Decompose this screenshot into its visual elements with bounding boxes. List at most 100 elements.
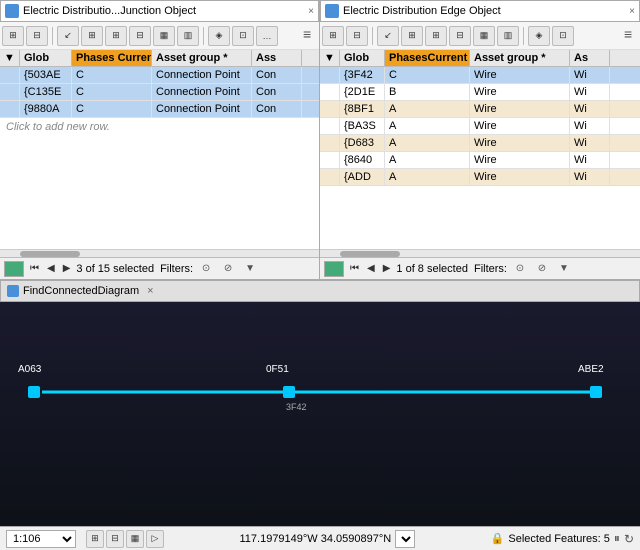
right-row-1-phase: C: [385, 67, 470, 83]
right-panel-close[interactable]: ×: [629, 6, 635, 17]
right-row-7[interactable]: {ADD A Wire Wi: [320, 169, 640, 186]
right-tb-btn-4[interactable]: ⊞: [401, 26, 423, 46]
right-row-1[interactable]: {3F42 C Wire Wi: [320, 67, 640, 84]
right-panel-title: Electric Distribution Edge Object: [343, 5, 501, 17]
left-nav-prev[interactable]: ◀: [45, 263, 57, 274]
right-grid-header: ▼ Glob PhasesCurrent Asset group * As: [320, 50, 640, 67]
right-tb-btn-6[interactable]: ⊟: [449, 26, 471, 46]
right-tb-sep-1: [372, 27, 373, 45]
left-panel-close[interactable]: ×: [308, 6, 314, 17]
right-row-6-phase: A: [385, 152, 470, 168]
tb-btn-5[interactable]: ⊞: [105, 26, 127, 46]
right-grid-container: ▼ Glob PhasesCurrent Asset group * As {3…: [320, 50, 640, 249]
tb-btn-9[interactable]: ◈: [208, 26, 230, 46]
right-filter-btn-2[interactable]: ⊘: [533, 261, 551, 277]
left-row-3[interactable]: {9880A C Connection Point Con: [0, 101, 319, 118]
right-tb-btn-7[interactable]: ▦: [473, 26, 495, 46]
right-col-phases[interactable]: PhasesCurrent: [385, 50, 470, 66]
left-grid: ▼ Glob Phases Current Asset group * Ass …: [0, 50, 319, 249]
tb-btn-6[interactable]: ⊟: [129, 26, 151, 46]
right-row-2[interactable]: {2D1E B Wire Wi: [320, 84, 640, 101]
left-row-3-asset: Connection Point: [152, 101, 252, 117]
refresh-button[interactable]: ↻: [624, 532, 634, 546]
pause-button[interactable]: ⏸: [614, 531, 620, 546]
left-scrollbar[interactable]: [0, 249, 319, 257]
right-row-6-check: [320, 152, 340, 168]
right-tb-btn-8[interactable]: ▥: [497, 26, 519, 46]
tb-btn-2[interactable]: ⊟: [26, 26, 48, 46]
left-col-asset[interactable]: Asset group *: [152, 50, 252, 66]
right-nav-prev[interactable]: ◀: [365, 263, 377, 274]
left-scroll-thumb[interactable]: [20, 251, 80, 257]
right-filter-btn-1[interactable]: ⊙: [511, 261, 529, 277]
left-col-ass[interactable]: Ass: [252, 50, 302, 66]
left-add-row[interactable]: Click to add new row.: [0, 118, 319, 136]
right-row-3-phase: A: [385, 101, 470, 117]
coord-dropdown[interactable]: [395, 530, 415, 548]
left-nav-first[interactable]: ⏮: [28, 263, 41, 274]
right-tb-btn-9[interactable]: ◈: [528, 26, 550, 46]
right-row-7-id: {ADD: [340, 169, 385, 185]
left-col-phases[interactable]: Phases Current: [72, 50, 152, 66]
node-3f42-sublabel: 3F42: [286, 402, 307, 412]
right-nav-first[interactable]: ⏮: [348, 263, 361, 274]
right-col-glob[interactable]: Glob: [340, 50, 385, 66]
diagram-close[interactable]: ×: [147, 285, 153, 297]
right-filters-label: Filters:: [474, 263, 507, 275]
left-filter-btn-2[interactable]: ⊘: [219, 261, 237, 277]
right-row-3-asset: Wire: [470, 101, 570, 117]
node-abe2[interactable]: ABE2: [578, 362, 604, 375]
right-tb-btn-10[interactable]: ⊡: [552, 26, 574, 46]
right-nav-next[interactable]: ▶: [381, 263, 393, 274]
right-status-grid-icon[interactable]: [324, 261, 344, 277]
right-row-5-asset: Wire: [470, 135, 570, 151]
right-tb-btn-2[interactable]: ⊟: [346, 26, 368, 46]
diagram-svg: [0, 302, 640, 502]
diagram-panel: FindConnectedDiagram × A063 0F51: [0, 280, 640, 550]
right-scroll-thumb[interactable]: [340, 251, 400, 257]
map-tool-4[interactable]: ▷: [146, 530, 164, 548]
right-tb-btn-3[interactable]: ↙: [377, 26, 399, 46]
left-nav-next[interactable]: ▶: [61, 263, 73, 274]
right-tb-btn-5[interactable]: ⊞: [425, 26, 447, 46]
left-filter-btn-1[interactable]: ⊙: [197, 261, 215, 277]
node-a063[interactable]: A063: [18, 362, 41, 375]
right-row-4-ass: Wi: [570, 118, 610, 134]
tb-btn-3[interactable]: ↙: [57, 26, 79, 46]
right-tb-btn-1[interactable]: ⊞: [322, 26, 344, 46]
tb-btn-11[interactable]: …: [256, 26, 278, 46]
map-tool-1[interactable]: ⊞: [86, 530, 104, 548]
right-scrollbar[interactable]: [320, 249, 640, 257]
diagram-canvas[interactable]: A063 0F51 3F42 ABE2: [0, 302, 640, 526]
right-col-check: ▼: [320, 50, 340, 66]
left-col-glob[interactable]: Glob: [20, 50, 72, 66]
right-col-asset[interactable]: Asset group *: [470, 50, 570, 66]
tb-btn-4[interactable]: ⊞: [81, 26, 103, 46]
right-col-ass[interactable]: As: [570, 50, 610, 66]
tb-btn-1[interactable]: ⊞: [2, 26, 24, 46]
map-tool-3[interactable]: ▦: [126, 530, 144, 548]
left-toolbar-menu[interactable]: ≡: [303, 26, 317, 46]
right-row-3[interactable]: {8BF1 A Wire Wi: [320, 101, 640, 118]
right-row-3-check: [320, 101, 340, 117]
right-row-5[interactable]: {D683 A Wire Wi: [320, 135, 640, 152]
node-0f51[interactable]: 0F51: [266, 362, 289, 375]
left-grid-container: ▼ Glob Phases Current Asset group * Ass …: [0, 50, 319, 249]
right-filter-btn-3[interactable]: ▼: [555, 261, 573, 277]
left-filter-btn-3[interactable]: ▼: [241, 261, 259, 277]
coordinate-area: 117.1979149°W 34.0590897°N: [170, 530, 485, 548]
left-status-grid-icon[interactable]: [4, 261, 24, 277]
left-row-1[interactable]: {503AE C Connection Point Con: [0, 67, 319, 84]
left-row-2[interactable]: {C135E C Connection Point Con: [0, 84, 319, 101]
tb-btn-7[interactable]: ▦: [153, 26, 175, 46]
tb-btn-8[interactable]: ▥: [177, 26, 199, 46]
left-row-3-phase: C: [72, 101, 152, 117]
map-tool-2[interactable]: ⊟: [106, 530, 124, 548]
right-row-6[interactable]: {8640 A Wire Wi: [320, 152, 640, 169]
left-row-2-ass: Con: [252, 84, 302, 100]
scale-select[interactable]: 1:106: [6, 530, 76, 548]
tb-btn-10[interactable]: ⊡: [232, 26, 254, 46]
right-toolbar-menu[interactable]: ≡: [624, 26, 638, 46]
right-row-4-id: {BA3S: [340, 118, 385, 134]
right-row-4[interactable]: {BA3S A Wire Wi: [320, 118, 640, 135]
